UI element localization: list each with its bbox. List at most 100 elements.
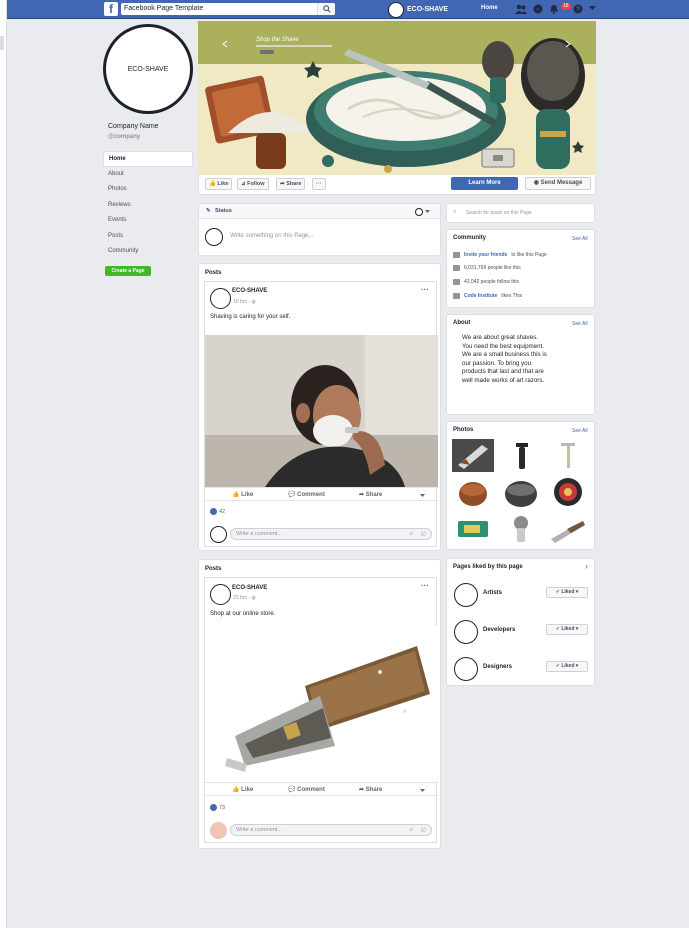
post-comment-button[interactable]: 💬 Comment — [288, 786, 325, 793]
brand-avatar — [388, 1, 404, 18]
company-name[interactable]: Company Name — [108, 123, 159, 130]
sidebar-item-about[interactable]: About — [103, 167, 193, 183]
help-icon[interactable]: ? — [573, 4, 583, 14]
identity-chevron-down-icon[interactable] — [425, 210, 430, 213]
photo-thumbnail[interactable] — [500, 513, 542, 546]
post-share-button[interactable]: ➦ Share — [359, 786, 382, 793]
check-icon: ✓ — [555, 589, 560, 595]
about-see-all-link[interactable]: See All — [572, 321, 588, 327]
learn-more-button[interactable]: Learn More — [451, 177, 518, 190]
sidebar-item-events[interactable]: Events — [103, 213, 193, 229]
post-share-button[interactable]: ➦ Share — [359, 491, 382, 498]
sidebar-item-photos[interactable]: Photos — [103, 182, 193, 198]
community-title: Community — [453, 235, 486, 241]
photos-see-all-link[interactable]: See All — [572, 428, 588, 434]
photo-thumbnail[interactable] — [500, 476, 542, 509]
cover-illustration: Shop the Shave — [198, 21, 596, 175]
share-options-chevron-down-icon[interactable] — [420, 494, 425, 497]
post-like-count[interactable]: 42 — [210, 508, 225, 515]
photo-thumbnail[interactable] — [547, 513, 589, 546]
liked-page-name[interactable]: Artists — [483, 590, 502, 596]
profile-picture[interactable]: ECO-SHAVE — [103, 24, 193, 114]
follow-page-button[interactable]: ⊿ Follow — [237, 178, 269, 190]
emoji-icon[interactable]: ☺ — [408, 529, 414, 539]
about-title: About — [453, 320, 471, 326]
like-reaction-icon — [210, 508, 217, 515]
share-arrow-icon: ➦ — [280, 181, 285, 187]
svg-text:?: ? — [576, 7, 580, 14]
status-tab[interactable]: ✎ Status — [199, 204, 440, 219]
company-handle[interactable]: @company — [108, 134, 140, 140]
home-link[interactable]: Home — [481, 5, 498, 11]
photo-thumbnail[interactable] — [500, 439, 542, 472]
post-author-avatar[interactable] — [210, 288, 231, 309]
facebook-logo-icon[interactable]: f — [104, 2, 118, 16]
photo-thumbnail[interactable] — [452, 476, 494, 509]
comment-input[interactable]: Write a comment... ☺ ◱ — [230, 528, 432, 540]
composer-identity-avatar[interactable] — [415, 208, 423, 216]
photo-thumbnail[interactable] — [452, 439, 494, 472]
sticker-icon[interactable]: ◱ — [421, 529, 426, 539]
comment-input[interactable]: Write a comment... ☺ ◱ — [230, 824, 432, 836]
community-see-all-link[interactable]: See All — [572, 236, 588, 242]
liked-button[interactable]: ✓ Liked ▾ — [546, 661, 588, 672]
cover-overlay-title: Shop the Shave — [256, 37, 299, 43]
post-image[interactable] — [205, 335, 438, 487]
profile-picture-text: ECO-SHAVE — [127, 65, 169, 73]
sidebar-item-community[interactable]: Community — [103, 244, 193, 260]
friend-requests-icon[interactable] — [515, 4, 527, 15]
friend-likes-text: likes This — [501, 293, 523, 299]
post-author-name[interactable]: ECO-SHAVE — [232, 585, 267, 591]
composer-input[interactable]: Write something on this Page... — [230, 233, 313, 239]
notifications-icon[interactable] — [549, 4, 559, 14]
cover-photo[interactable]: Shop the Shave — [198, 21, 596, 175]
emoji-icon[interactable]: ☺ — [408, 825, 414, 835]
about-line: You need the best equipment. — [462, 342, 544, 350]
liked-page-avatar[interactable] — [454, 620, 478, 644]
post-author-avatar[interactable] — [210, 584, 231, 605]
comment-placeholder: Write a comment... — [236, 531, 283, 537]
code-institute-link[interactable]: Code Institute — [464, 293, 497, 299]
photo-thumbnail[interactable] — [452, 513, 494, 546]
post-time-text: 23 hrs — [233, 595, 247, 601]
post-like-count[interactable]: 73 — [210, 804, 225, 811]
thumbs-up-icon: 👍 — [232, 492, 240, 498]
sidebar-item-posts[interactable]: Posts — [103, 229, 193, 245]
post-image[interactable] — [205, 626, 438, 781]
post-timestamp[interactable]: 23 hrs · ◍ — [233, 595, 256, 601]
share-page-button[interactable]: ➦ Share — [276, 178, 306, 190]
post-options-icon[interactable]: ··· — [421, 581, 429, 590]
liked-button[interactable]: ✓ Liked ▾ — [546, 624, 588, 635]
brand-profile-link[interactable]: ECO-SHAVE — [388, 1, 448, 18]
post-options-icon[interactable]: ··· — [421, 285, 429, 294]
thumbs-up-icon: 👍 — [209, 181, 216, 187]
share-options-chevron-down-icon[interactable] — [420, 789, 425, 792]
photo-thumbnail[interactable] — [547, 476, 589, 509]
photo-thumbnail[interactable] — [547, 439, 589, 472]
top-search-input[interactable]: Facebook Page Template — [121, 3, 335, 15]
send-message-button[interactable]: ◉ Send Message — [525, 177, 591, 190]
liked-page-name[interactable]: Developers — [483, 627, 515, 633]
liked-page-name[interactable]: Designers — [483, 664, 512, 670]
post-comment-button[interactable]: 💬 Comment — [288, 491, 325, 498]
page-search-box[interactable]: ⌕ Search for posts on this Page — [446, 203, 595, 223]
create-page-button[interactable]: Create a Page — [105, 266, 151, 276]
liked-page-avatar[interactable] — [454, 583, 478, 607]
search-button[interactable] — [317, 3, 335, 15]
liked-page-avatar[interactable] — [454, 657, 478, 681]
invite-friends-link[interactable]: Invite your friends — [464, 252, 507, 258]
sidebar-item-reviews[interactable]: Reviews — [103, 198, 193, 214]
post-like-button[interactable]: 👍 Like — [232, 491, 253, 498]
liked-button[interactable]: ✓ Liked ▾ — [546, 587, 588, 598]
post-timestamp[interactable]: 10 hrs · ◍ — [233, 299, 256, 305]
messenger-icon[interactable] — [533, 4, 543, 14]
like-page-button[interactable]: 👍 Like — [205, 178, 233, 190]
post-like-button[interactable]: 👍 Like — [232, 786, 253, 793]
post-section-2: Posts ECO-SHAVE 23 hrs · ◍ ··· Shop at o… — [198, 559, 441, 849]
post-author-name[interactable]: ECO-SHAVE — [232, 288, 267, 294]
chevron-right-icon[interactable]: › — [585, 561, 588, 571]
account-menu-chevron-down-icon[interactable] — [589, 6, 596, 11]
sidebar-item-home[interactable]: Home — [103, 151, 193, 167]
more-options-button[interactable]: ··· — [312, 178, 326, 190]
sticker-icon[interactable]: ◱ — [421, 825, 426, 835]
